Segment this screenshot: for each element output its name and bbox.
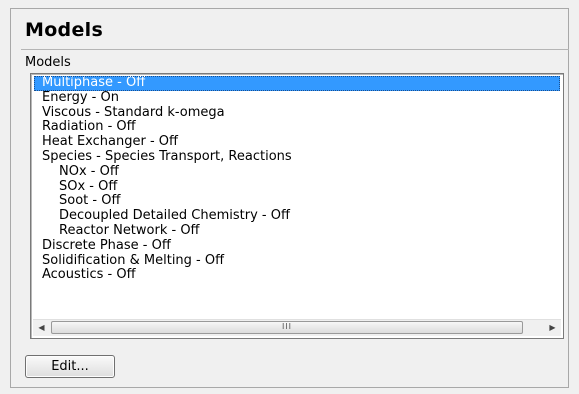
list-item[interactable]: Decoupled Detailed Chemistry - Off xyxy=(34,208,560,224)
arrow-left-icon[interactable]: ◀ xyxy=(33,320,50,336)
models-listbox[interactable]: Multiphase - Off Energy - On Viscous - Sta… xyxy=(30,73,564,339)
list-item[interactable]: SOx - Off xyxy=(34,179,560,195)
models-list: Multiphase - Off Energy - On Viscous - Sta… xyxy=(34,75,560,283)
list-item[interactable]: Heat Exchanger - Off xyxy=(34,134,560,150)
list-item[interactable]: NOx - Off xyxy=(34,164,560,180)
models-group-label: Models xyxy=(25,55,71,70)
list-item[interactable]: Soot - Off xyxy=(34,194,560,209)
horizontal-scrollbar[interactable]: ◀ III ▶ xyxy=(33,319,561,336)
list-item[interactable]: Viscous - Standard k-omega xyxy=(34,105,560,121)
list-item[interactable]: Species - Species Transport, Reactions xyxy=(34,149,560,165)
list-item[interactable]: Discrete Phase - Off xyxy=(34,238,560,254)
models-panel: Models Models Multiphase - Off Energy - O… xyxy=(10,8,569,388)
arrow-right-icon[interactable]: ▶ xyxy=(544,320,561,336)
list-item[interactable]: Acoustics - Off xyxy=(34,268,560,283)
list-item[interactable]: Energy - On xyxy=(34,90,560,106)
grip-icon: III xyxy=(281,322,293,331)
scrollbar-thumb[interactable]: III xyxy=(51,321,523,334)
edit-button[interactable]: Edit... xyxy=(25,355,115,378)
list-item[interactable]: Solidification & Melting - Off xyxy=(34,253,560,269)
list-item[interactable]: Radiation - Off xyxy=(34,120,560,135)
list-item[interactable]: Multiphase - Off xyxy=(34,75,560,91)
panel-title: Models xyxy=(25,19,104,41)
title-divider xyxy=(21,49,569,50)
list-item[interactable]: Reactor Network - Off xyxy=(34,223,560,239)
